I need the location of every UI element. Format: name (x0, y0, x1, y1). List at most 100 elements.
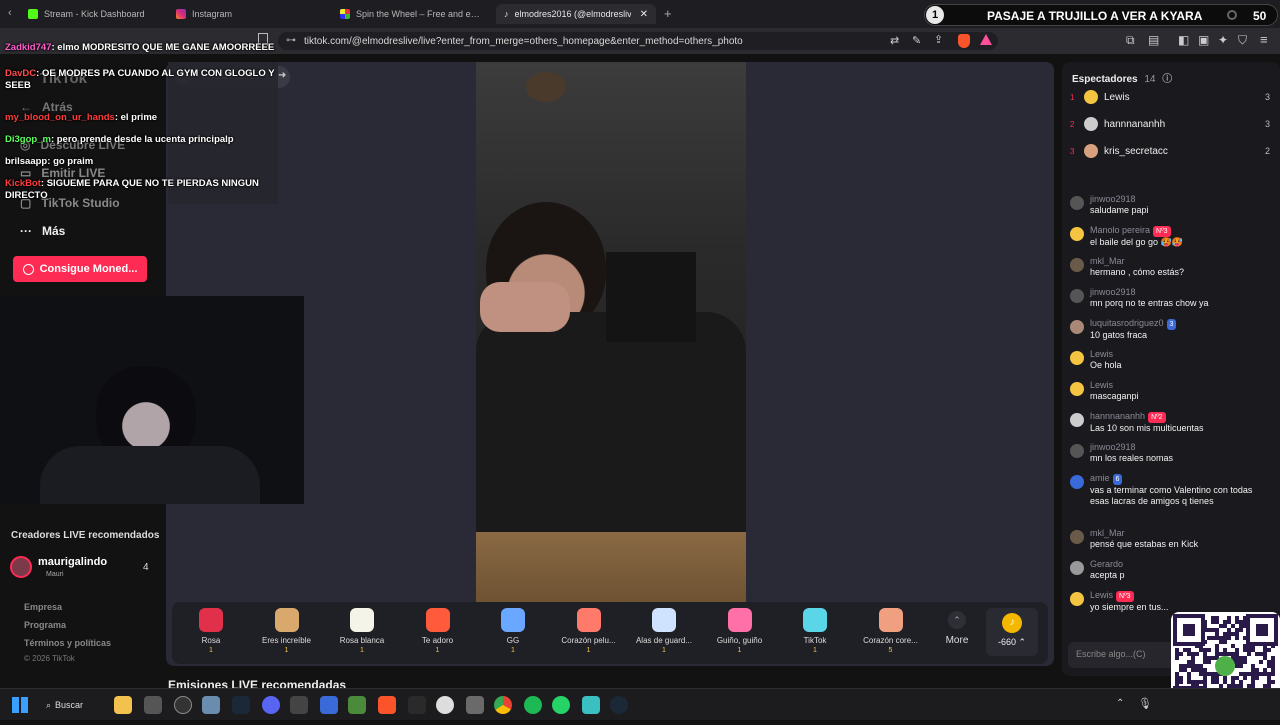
gift-item[interactable]: Rosa 1 (176, 608, 246, 654)
close-tab-icon[interactable]: ✕ (640, 9, 648, 20)
chat-message[interactable]: mkl_Mar hermano , cómo estás? (1070, 256, 1270, 278)
gift-item[interactable]: Rosa blanca 1 (327, 608, 397, 654)
windows-start-icon[interactable] (12, 697, 28, 713)
chat-message[interactable]: Lewis Nº3 yo siempre en tus... (1070, 590, 1270, 612)
xbox-icon[interactable] (436, 696, 454, 714)
gift-item[interactable]: Eres increíble 1 (252, 608, 322, 654)
discord-icon[interactable] (262, 696, 280, 714)
brave-rewards-icon[interactable] (980, 34, 992, 45)
info-icon[interactable]: ⓘ (1162, 74, 1172, 85)
qr-module (1227, 636, 1231, 640)
chat-message[interactable]: mkl_Mar pensé que estabas en Kick (1070, 528, 1270, 550)
chat-message[interactable]: Manolo pereira Nº3 el baile del go go 🥵🥵 (1070, 225, 1270, 248)
chat-user-line: mkl_Mar (1090, 256, 1184, 267)
top-viewer-row[interactable]: 1 Lewis 3 (1070, 90, 1270, 104)
chat-message[interactable]: amie 6 vas a terminar como Valentino con t… (1070, 473, 1270, 507)
chat-message[interactable]: Lewis Oe hola (1070, 349, 1270, 371)
epic-games-icon[interactable] (408, 696, 426, 714)
stream-video[interactable] (476, 62, 746, 602)
chat-message[interactable]: Gerardo acepta p (1070, 559, 1270, 581)
video-chair (606, 252, 696, 342)
get-coins-button[interactable]: Consigue Moned... (13, 256, 147, 282)
app-icon[interactable] (174, 696, 192, 714)
chat-username: luquitasrodriguez0 (1090, 318, 1164, 328)
back-icon[interactable]: ‹ (8, 7, 12, 19)
qr-module (1215, 652, 1219, 656)
store-icon[interactable] (144, 696, 162, 714)
tab-spin-the-wheel[interactable]: Spin the Wheel – Free and easy-to-u (332, 4, 492, 24)
chat-message[interactable]: Lewis mascaganpi (1070, 380, 1270, 402)
gift-item[interactable]: Guiño, guiño 1 (705, 608, 775, 654)
taskbar-search[interactable]: ⌕ Buscar (46, 695, 102, 715)
sidebar-item-more[interactable]: ··· Más (20, 224, 65, 238)
vpn-icon[interactable]: ⛉ (1238, 33, 1247, 48)
leo-ai-icon[interactable]: ✦ (1218, 33, 1228, 47)
qr-module (1267, 648, 1271, 652)
whatsapp-icon[interactable] (552, 696, 570, 714)
tray-chevron-icon[interactable]: ⌃ (1116, 698, 1124, 709)
share-icon[interactable]: ⇪ (934, 33, 943, 46)
overlay-chat-message: Zadkid747: elmo MODRESITO QUE ME GANE AM… (5, 42, 277, 54)
brave-shield-icon[interactable] (958, 34, 970, 48)
chat-message[interactable]: jinwoo2918 mn los reales nomas (1070, 442, 1270, 464)
more-gifts-button[interactable]: ⌃ More (942, 610, 972, 646)
steam-icon[interactable] (610, 696, 628, 714)
file-explorer-icon[interactable] (114, 696, 132, 714)
extensions-icon[interactable]: ⧉ (1126, 33, 1135, 48)
footer-link-company[interactable]: Empresa (24, 602, 62, 612)
translate-icon[interactable]: ⇄ (890, 34, 899, 47)
gift-item[interactable]: GG 1 (478, 608, 548, 654)
tab-instagram[interactable]: Instagram (168, 4, 328, 24)
app-icon[interactable] (582, 696, 600, 714)
app-icon[interactable] (320, 696, 338, 714)
qr-module (1187, 676, 1191, 680)
wallet-icon[interactable]: ▣ (1198, 33, 1209, 47)
gift-name: Eres increíble (262, 636, 311, 645)
calculator-icon[interactable] (466, 696, 484, 714)
coin-balance: -660 ⌃ (997, 637, 1027, 647)
gift-item[interactable]: Alas de guard... 1 (629, 608, 699, 654)
site-settings-icon[interactable]: ⊶ (286, 35, 296, 46)
tab-kick-dashboard[interactable]: Stream - Kick Dashboard (20, 4, 170, 24)
microphone-icon[interactable]: 🎙 (1138, 697, 1152, 710)
gift-name: Corazón core... (863, 636, 918, 645)
qr-module (1207, 672, 1211, 676)
brave-icon[interactable] (378, 696, 396, 714)
qr-module (1223, 652, 1227, 656)
tab-tiktok-live[interactable]: ♪ elmodres2016 (@elmodreslives) ✕ (496, 4, 656, 24)
avatar (1070, 196, 1084, 210)
coin-balance-button[interactable]: ♪ -660 ⌃ (986, 608, 1038, 656)
app-icon[interactable] (202, 696, 220, 714)
top-viewer-row[interactable]: 2 hannnananhh 3 (1070, 117, 1270, 131)
overlay-chat-message: my_blood_on_ur_hands: el prime (5, 112, 277, 124)
overlay-chat-message: DavDC: OE MODRES PA CUANDO AL GYM CON GL… (5, 68, 277, 92)
qr-module (1187, 648, 1191, 652)
reading-list-icon[interactable]: ▤ (1148, 33, 1159, 47)
top-viewer-row[interactable]: 3 kris_secretacc 2 (1070, 144, 1270, 158)
chat-message[interactable]: luquitasrodriguez0 3 10 gatos fraca (1070, 318, 1270, 341)
chat-message[interactable]: hannnananhh Nº2 Las 10 son mis multicuenta… (1070, 411, 1270, 434)
qr-module (1211, 628, 1215, 632)
sidebar-toggle-icon[interactable]: ◧ (1178, 33, 1189, 47)
avatar (1084, 90, 1098, 104)
new-tab-button[interactable]: + (664, 6, 672, 21)
app-icon[interactable] (290, 696, 308, 714)
edit-icon[interactable]: ✎ (912, 34, 921, 47)
gift-item[interactable]: Corazón core... 5 (856, 608, 926, 654)
steam-icon[interactable] (232, 696, 250, 714)
gift-item[interactable]: Te adoro 1 (403, 608, 473, 654)
footer-link-program[interactable]: Programa (24, 620, 66, 630)
chat-message[interactable]: jinwoo2918 saludame papi (1070, 194, 1270, 216)
qr-module (1267, 664, 1271, 668)
gift-item[interactable]: Corazón pelu... 1 (554, 608, 624, 654)
minecraft-icon[interactable] (348, 696, 366, 714)
footer-link-terms[interactable]: Términos y políticas (24, 638, 111, 648)
gift-item[interactable]: TikTok 1 (780, 608, 850, 654)
chrome-icon[interactable] (494, 696, 512, 714)
spotify-icon[interactable] (524, 696, 542, 714)
recommended-creator[interactable]: maurigalindo Mauri 4 (10, 554, 156, 584)
chat-message[interactable]: jinwoo2918 mn porq no te entras chow ya (1070, 287, 1270, 309)
qr-module (1271, 660, 1275, 664)
chat-username: amie (1090, 473, 1110, 483)
menu-icon[interactable]: ≡ (1260, 32, 1268, 47)
